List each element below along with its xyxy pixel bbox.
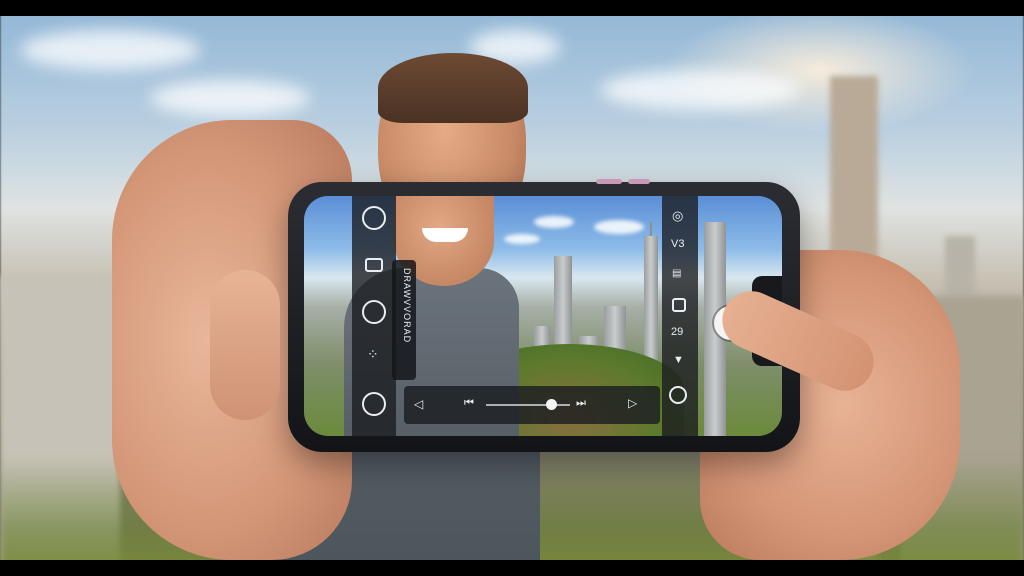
grid-icon[interactable]: ⁘	[367, 346, 379, 363]
cloud	[594, 220, 644, 234]
phone-side-button	[628, 179, 650, 184]
photo-scene: ⁘ DRAWVVORAD ◁ ⏮ ⏭ ▷ ◎ V3 ▤ 29 ▼	[0, 0, 1024, 576]
cloud	[20, 30, 200, 70]
menu-panel[interactable]: DRAWVVORAD	[392, 260, 416, 380]
play-icon[interactable]: ▷	[628, 396, 637, 410]
circle-icon[interactable]	[669, 386, 687, 404]
cloud	[534, 216, 574, 228]
skip-previous-icon[interactable]: ⏮	[464, 397, 474, 410]
progress-thumb[interactable]	[546, 399, 558, 410]
mode-label: V3	[671, 238, 685, 250]
selfie-smile	[422, 228, 468, 242]
media-player-bar: ◁ ⏮ ⏭ ▷	[404, 386, 660, 424]
letterbox-top	[0, 0, 1024, 16]
square-icon[interactable]	[672, 298, 686, 312]
cloud	[600, 70, 800, 110]
progress-track[interactable]	[486, 404, 570, 406]
phone-screen: ⁘ DRAWVVORAD ◁ ⏮ ⏭ ▷ ◎ V3 ▤ 29 ▼	[304, 196, 782, 436]
menu-small-icon[interactable]: ▤	[672, 268, 681, 279]
rotate-camera-icon[interactable]	[362, 206, 386, 230]
phone-side-button	[596, 179, 622, 184]
checkbox-checked-icon[interactable]	[365, 258, 383, 272]
left-thumb	[210, 270, 280, 420]
square-stop-icon[interactable]	[362, 392, 386, 416]
triangle-left-icon[interactable]: ◁	[414, 397, 423, 411]
spire	[650, 222, 652, 236]
battery-icon[interactable]	[362, 300, 386, 324]
triangle-down-icon[interactable]: ▼	[673, 354, 684, 366]
left-toolbar: ⁘	[352, 196, 396, 436]
man-hair	[378, 53, 528, 123]
cloud	[504, 234, 540, 244]
settings-icon[interactable]: ◎	[672, 208, 683, 224]
letterbox-bottom	[0, 560, 1024, 576]
skip-next-icon[interactable]: ⏭	[576, 397, 586, 410]
count-label: 29	[671, 326, 684, 338]
menu-label: DRAWVVORAD	[402, 268, 412, 344]
right-toolbar: ◎ V3 ▤ 29 ▼	[662, 196, 698, 436]
